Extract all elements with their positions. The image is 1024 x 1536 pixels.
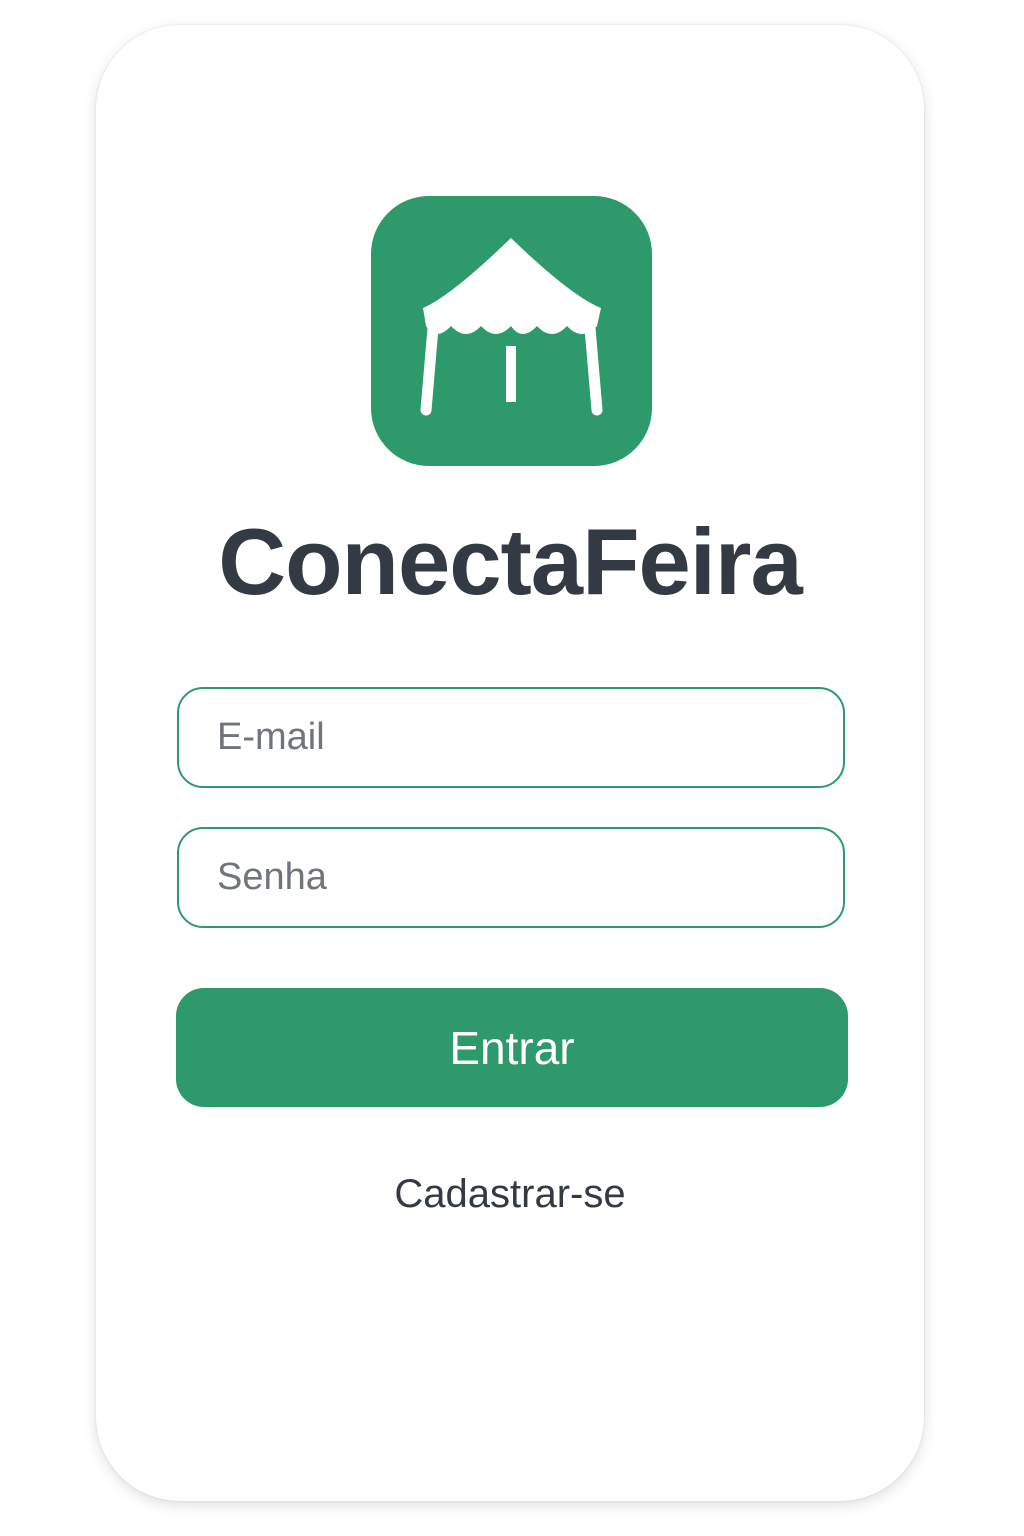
email-field[interactable] xyxy=(177,687,845,788)
login-screen: ConectaFeira Entrar Cadastrar-se xyxy=(96,25,924,1501)
password-field[interactable] xyxy=(177,827,845,928)
market-tent-icon xyxy=(420,238,603,416)
app-logo xyxy=(371,196,652,466)
signup-link[interactable]: Cadastrar-se xyxy=(96,1168,924,1220)
app-title: ConectaFeira xyxy=(218,509,803,614)
login-button[interactable]: Entrar xyxy=(176,988,848,1107)
